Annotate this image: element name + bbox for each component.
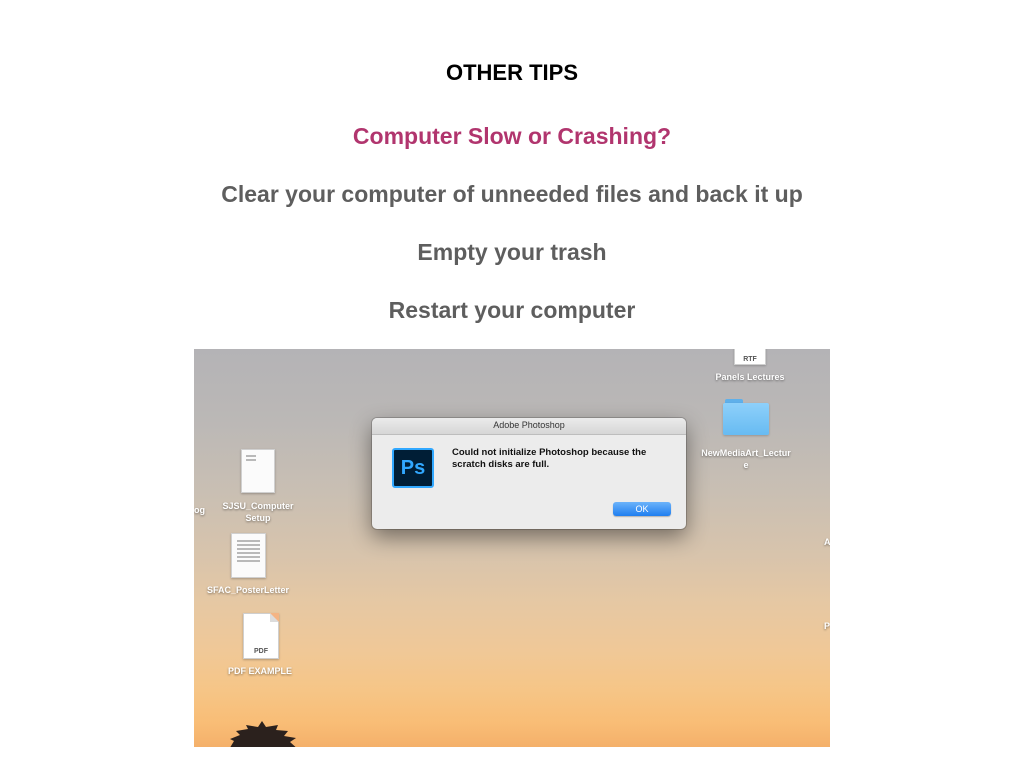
desktop-icon-label-pdf-example[interactable]: PDF EXAMPLE [212, 665, 308, 677]
pdf-ext-label: PDF [254, 648, 268, 655]
rtf-ext-label: RTF [743, 356, 757, 363]
folder-icon[interactable] [723, 399, 769, 435]
dialog-message: Could not initialize Photoshop because t… [452, 447, 647, 470]
edge-label-left: og [194, 505, 205, 515]
tree-silhouette [230, 721, 296, 747]
document-lines [237, 540, 260, 564]
edge-label-right-b: P [824, 621, 830, 631]
folder-body [723, 403, 769, 435]
folder-label-text: NewMediaArt_Lecture [701, 448, 791, 470]
tip-clear-files: Clear your computer of unneeded files an… [221, 181, 803, 207]
desktop-icon-label-newmediaart[interactable]: NewMediaArt_Lecture [699, 447, 793, 471]
sjsu-label-text: SJSU_Computer Setup [222, 501, 294, 523]
ok-button[interactable]: OK [613, 502, 671, 516]
document-icon[interactable] [231, 533, 266, 578]
dialog-titlebar[interactable]: Adobe Photoshop [372, 418, 686, 435]
dialog-title: Adobe Photoshop [493, 420, 565, 430]
desktop-screenshot: RTF Panels Lectures NewMediaArt_Lecture … [194, 349, 830, 747]
rtf-document-icon[interactable]: RTF [734, 349, 766, 365]
tip-empty-trash: Empty your trash [417, 239, 607, 265]
desktop-icon-label-sfac-poster[interactable]: SFAC_PosterLetter [198, 584, 298, 596]
desktop-icon-label-panels-lectures[interactable]: Panels Lectures [702, 371, 798, 383]
slide-subtitle: Computer Slow or Crashing? [352, 123, 672, 149]
edge-label-right-a: A [824, 537, 830, 547]
desktop-icon-label-sjsu-setup[interactable]: SJSU_Computer Setup [212, 500, 304, 524]
document-icon[interactable] [241, 449, 275, 493]
tip-restart: Restart your computer [388, 297, 636, 323]
document-lines [246, 455, 256, 463]
slide-title: OTHER TIPS [445, 60, 578, 85]
photoshop-icon: Ps [392, 448, 434, 488]
pdf-document-icon[interactable]: PDF [243, 613, 279, 659]
page-fold [270, 613, 279, 622]
alert-dialog: Adobe Photoshop Ps Could not initialize … [372, 418, 686, 529]
